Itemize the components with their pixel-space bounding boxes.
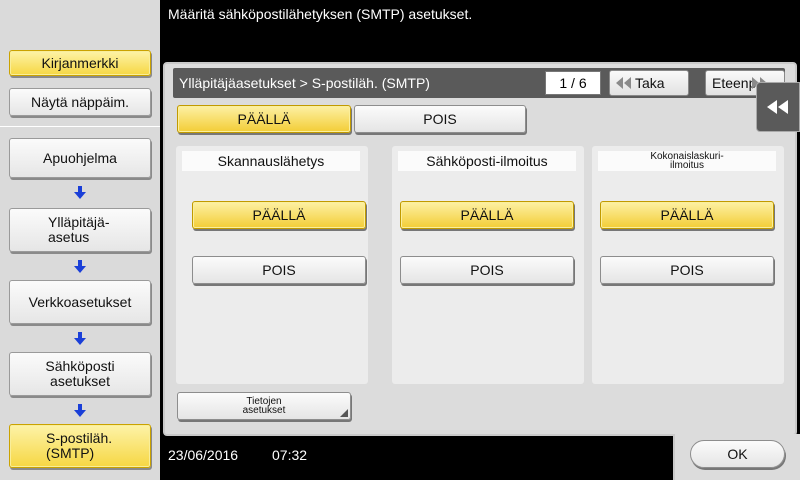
instruction-message: Määritä sähköpostilähetyksen (SMTP) aset… — [168, 6, 473, 22]
down-arrow-icon — [74, 404, 86, 417]
total-counter-off-button[interactable]: POIS — [600, 256, 774, 284]
breadcrumb-network-settings[interactable]: Verkkoasetukset — [9, 280, 151, 324]
settings-panel: Ylläpitäjäasetukset > S-postiläh. (SMTP)… — [163, 62, 797, 436]
section-title: Sähköposti-ilmoitus — [398, 151, 576, 171]
scan-send-section: Skannauslähetys PÄÄLLÄ POIS — [176, 146, 368, 384]
section-title: Kokonaislaskuri- ilmoitus — [598, 151, 776, 171]
main-off-button[interactable]: POIS — [354, 105, 526, 133]
breadcrumb-utility[interactable]: Apuohjelma — [9, 138, 151, 178]
breadcrumb-smtp-current[interactable]: S-postiläh. (SMTP) — [9, 424, 151, 468]
collapse-icon — [767, 100, 788, 114]
email-notification-section: Sähköposti-ilmoitus PÄÄLLÄ POIS — [392, 146, 584, 384]
date-display: 23/06/2016 — [168, 447, 239, 463]
scan-send-on-button[interactable]: PÄÄLLÄ — [192, 201, 366, 229]
email-notification-on-button[interactable]: PÄÄLLÄ — [400, 201, 574, 229]
page-title: Ylläpitäjäasetukset > S-postiläh. (SMTP) — [179, 75, 430, 91]
down-arrow-icon — [74, 260, 86, 273]
email-notification-off-button[interactable]: POIS — [400, 256, 574, 284]
ok-button[interactable]: OK — [690, 440, 785, 468]
sidebar-divider — [0, 126, 160, 127]
scan-send-off-button[interactable]: POIS — [192, 256, 366, 284]
details-settings-label: Tietojen asetukset — [242, 396, 286, 416]
details-settings-button[interactable]: Tietojen asetukset — [177, 392, 351, 420]
title-bar: Ylläpitäjäasetukset > S-postiläh. (SMTP)… — [173, 68, 785, 98]
sidebar: Kirjanmerkki Näytä näppäim. Apuohjelma Y… — [0, 0, 160, 480]
page-indicator: 1 / 6 — [545, 71, 601, 95]
back-button[interactable]: Taka — [609, 70, 689, 96]
bookmark-button[interactable]: Kirjanmerkki — [9, 50, 151, 76]
section-title: Skannauslähetys — [182, 151, 360, 171]
collapse-button[interactable] — [756, 82, 800, 132]
breadcrumb-email-settings[interactable]: Sähköposti asetukset — [9, 352, 151, 396]
back-label: Taka — [635, 75, 665, 91]
time-display: 07:32 — [272, 447, 308, 463]
show-keypad-button[interactable]: Näytä näppäim. — [9, 88, 151, 116]
down-arrow-icon — [74, 332, 86, 345]
double-left-arrow-icon — [616, 77, 631, 89]
down-arrow-icon — [74, 186, 86, 199]
forward-label: Eteenp — [712, 75, 757, 91]
total-counter-on-button[interactable]: PÄÄLLÄ — [600, 201, 774, 229]
main-on-button[interactable]: PÄÄLLÄ — [177, 105, 351, 133]
ok-area: OK — [673, 434, 800, 480]
total-counter-notification-section: Kokonaislaskuri- ilmoitus PÄÄLLÄ POIS — [592, 146, 784, 384]
corner-triangle-icon — [340, 409, 348, 417]
breadcrumb-admin-settings[interactable]: Ylläpitäjä- asetus — [9, 208, 151, 252]
